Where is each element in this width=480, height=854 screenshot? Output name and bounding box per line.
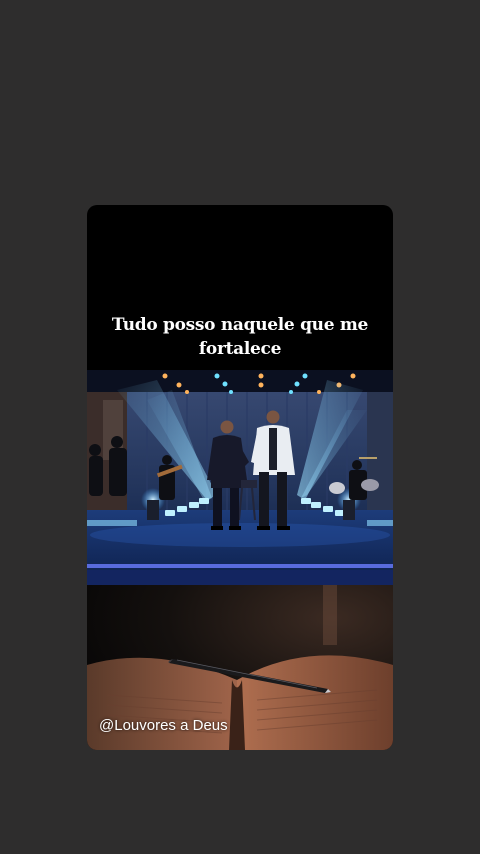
channel-watermark: @Louvores a Deus: [99, 717, 228, 734]
story-card[interactable]: Tudo posso naquele que me fortalece @Lou…: [87, 205, 393, 750]
stage-performance-image: [87, 370, 393, 585]
story-caption: Tudo posso naquele que me fortalece: [111, 315, 369, 359]
